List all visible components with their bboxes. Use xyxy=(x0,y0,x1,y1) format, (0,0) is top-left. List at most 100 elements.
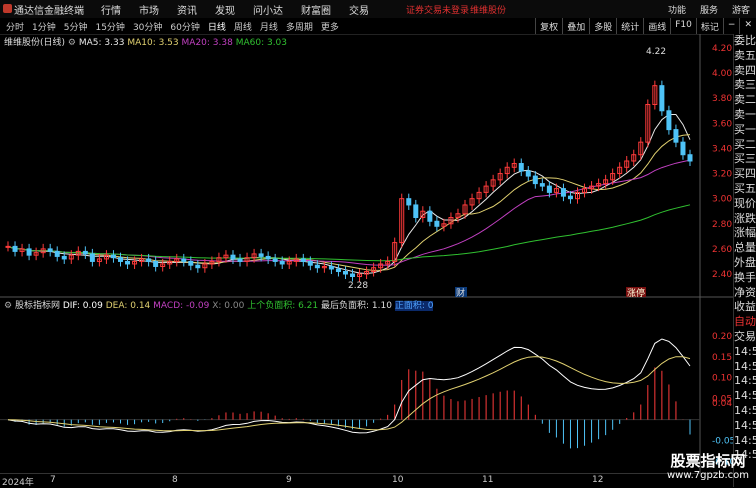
side-field: 外盘 xyxy=(734,255,756,269)
candle-body xyxy=(258,253,264,257)
x-value: X: 0.00 xyxy=(212,301,245,311)
date-m9: 9 xyxy=(286,475,292,485)
login-notice[interactable]: 证券交易未登录 xyxy=(406,3,469,16)
side-field: 买二 xyxy=(734,137,756,151)
date-m12: 12 xyxy=(592,475,604,485)
app-title: 通达信金融终端 xyxy=(14,5,84,17)
price-tick-label: 3.00 xyxy=(712,195,732,205)
candle-body xyxy=(237,258,243,262)
date-m8: 8 xyxy=(172,475,178,485)
tf-multi[interactable]: 多周期 xyxy=(284,20,315,33)
tf-weekly[interactable]: 周线 xyxy=(232,20,254,33)
tool-stats[interactable]: 统计 xyxy=(616,18,643,34)
candle-body xyxy=(546,185,552,193)
tf-30min[interactable]: 30分钟 xyxy=(131,20,164,33)
candle-body xyxy=(47,248,53,252)
candle-body xyxy=(518,163,524,172)
side-field: 卖一 xyxy=(734,107,756,121)
minus-icon[interactable]: − xyxy=(722,18,740,34)
candle-body xyxy=(434,220,440,227)
watermark-url: www.7gpzb.com xyxy=(667,470,749,481)
tool-adjust[interactable]: 复权 xyxy=(535,18,562,34)
tool-draw[interactable]: 画线 xyxy=(643,18,670,34)
dif-line xyxy=(7,338,691,434)
limit-up-marker[interactable]: 涨停 xyxy=(627,287,645,299)
menu-discover[interactable]: 发现 xyxy=(215,2,235,17)
menu-ask[interactable]: 问小达 xyxy=(253,2,283,17)
side-field: 14:50 xyxy=(734,433,756,447)
tf-1min[interactable]: 1分钟 xyxy=(30,20,58,33)
tool-overlay[interactable]: 叠加 xyxy=(562,18,589,34)
indicator-title: 股标指标网 xyxy=(14,301,60,311)
candle-body xyxy=(687,154,693,162)
tf-5min[interactable]: 5分钟 xyxy=(62,20,90,33)
candle-body xyxy=(659,85,665,112)
candle-body xyxy=(195,264,201,269)
chart-canvas[interactable]: 4.20 4.00 3.80 3.60 3.40 3.20 3.00 2.80 2.60 2.40… xyxy=(0,34,734,473)
close-icon[interactable]: ✕ xyxy=(739,18,756,34)
ma10-value: MA10: 3.53 xyxy=(127,38,179,48)
date-m7: 7 xyxy=(50,475,56,485)
dea-value: DEA: 0.14 xyxy=(105,301,151,311)
menu-quotes[interactable]: 行情 xyxy=(101,2,121,17)
menu-market[interactable]: 市场 xyxy=(139,2,159,17)
ma60-line xyxy=(7,204,691,262)
price-tick-label: 3.80 xyxy=(712,94,732,104)
tf-daily[interactable]: 日线 xyxy=(206,20,228,33)
menu-service[interactable]: 服务 xyxy=(700,3,718,16)
ctrl-value: 正面积: 0 xyxy=(394,301,434,311)
side-field: 卖三 xyxy=(734,78,756,92)
candle-body xyxy=(272,258,278,262)
date-year: 2024年 xyxy=(2,478,34,488)
user-guest[interactable]: 游客 xyxy=(732,3,750,16)
settings-icon[interactable]: ⚙ xyxy=(68,38,76,48)
low-annotation: 2.28 xyxy=(348,281,368,291)
tf-monthly[interactable]: 月线 xyxy=(258,20,280,33)
ma5-value: MA5: 3.33 xyxy=(78,38,125,48)
settings-icon[interactable]: ⚙ xyxy=(4,301,12,311)
timeframe-bar: 分时 1分钟 5分钟 15分钟 30分钟 60分钟 日线 周线 月线 多周期 更… xyxy=(0,18,756,35)
candle-body xyxy=(406,198,412,206)
tool-mark[interactable]: 标记 xyxy=(695,18,723,34)
side-field: 14:50 xyxy=(734,359,756,373)
menu-trade[interactable]: 交易 xyxy=(349,2,369,17)
side-field: 总量 xyxy=(734,241,756,255)
tf-60min[interactable]: 60分钟 xyxy=(168,20,201,33)
candle-body xyxy=(110,254,116,259)
candle-body xyxy=(117,257,123,262)
candle-body xyxy=(413,204,419,218)
side-field: 买三 xyxy=(734,152,756,166)
price-tick-label: 3.20 xyxy=(712,170,732,180)
side-field: 收益 xyxy=(734,300,756,314)
finance-marker[interactable]: 财 xyxy=(456,287,465,299)
side-field: 涨幅 xyxy=(734,226,756,240)
tf-more[interactable]: 更多 xyxy=(319,20,341,33)
menu-wealth[interactable]: 财富圈 xyxy=(301,2,331,17)
top-menu-bar: 通达信金融终端 行情 市场 资讯 发现 问小达 财富圈 交易 证券交易未登录 维… xyxy=(0,0,756,19)
macd-value: MACD: -0.09 xyxy=(153,301,210,311)
candle-body xyxy=(680,141,686,156)
candle-body xyxy=(427,210,433,222)
candle-body xyxy=(560,188,566,197)
menu-function[interactable]: 功能 xyxy=(668,3,686,16)
side-field: 买一 xyxy=(734,122,756,136)
date-m10: 10 xyxy=(392,475,404,485)
ma5-line xyxy=(7,114,691,275)
candle-body xyxy=(12,245,18,252)
candle-body xyxy=(188,260,194,266)
side-field: 买四 xyxy=(734,167,756,181)
candle-body xyxy=(54,250,60,257)
dif-value: DIF: 0.09 xyxy=(62,301,103,311)
tool-multi[interactable]: 多股 xyxy=(589,18,616,34)
candle-body xyxy=(82,250,88,255)
menu-news[interactable]: 资讯 xyxy=(177,2,197,17)
stock-title: 维维股份(日线) xyxy=(4,38,66,48)
side-field: 14:50 xyxy=(734,418,756,432)
candle-body xyxy=(125,260,131,265)
tool-f10[interactable]: F10 xyxy=(670,18,696,34)
candle-body xyxy=(26,248,32,256)
tf-15min[interactable]: 15分钟 xyxy=(93,20,126,33)
candle-body xyxy=(279,260,285,265)
tf-intraday[interactable]: 分时 xyxy=(4,20,26,33)
side-field: 委比 xyxy=(734,34,756,47)
